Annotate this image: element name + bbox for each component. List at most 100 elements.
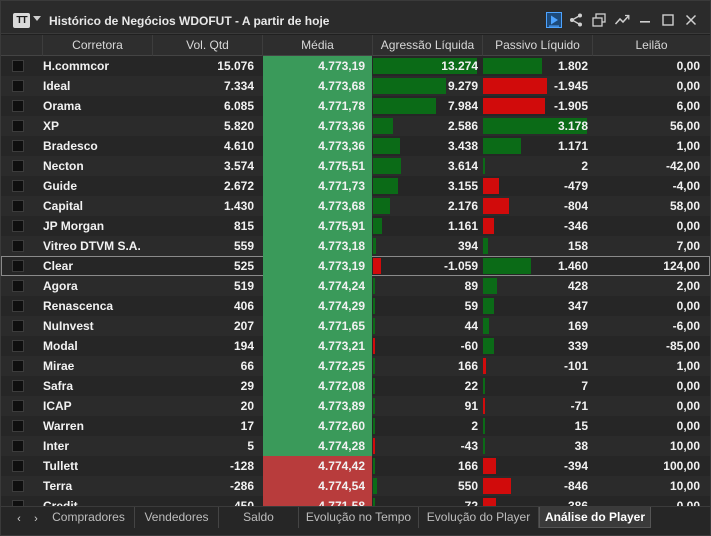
tab-analise-do-player[interactable]: Análise do Player	[539, 507, 651, 528]
media-value: 4.773,36	[318, 139, 365, 153]
restore-window-icon[interactable]	[591, 12, 607, 28]
broker-name: Agora	[43, 279, 78, 293]
header-agressao-liquida[interactable]: Agressão Líquida	[373, 35, 483, 56]
broker-name: Warren	[43, 419, 84, 433]
row-select-checkbox[interactable]	[12, 400, 24, 412]
row-select-checkbox[interactable]	[12, 480, 24, 492]
leilao-value: -6,00	[672, 319, 700, 333]
agressao-liquida-bar	[373, 218, 383, 234]
row-select-checkbox[interactable]	[12, 180, 24, 192]
agressao-liquida-bar	[373, 158, 402, 174]
tab-evolucao-no-tempo[interactable]: Evolução no Tempo	[299, 507, 419, 528]
share-icon[interactable]	[568, 12, 584, 28]
media-value: 4.773,19	[318, 259, 365, 273]
row-select-checkbox[interactable]	[12, 260, 24, 272]
table-row[interactable]: Necton 3.574 4.775,51 3.614 2 -42,00	[1, 156, 710, 176]
table-row[interactable]: H.commcor 15.076 4.773,19 13.274 1.802 0,00	[1, 56, 710, 76]
row-select-checkbox[interactable]	[12, 220, 24, 232]
row-select-checkbox[interactable]	[12, 340, 24, 352]
table-row[interactable]: Bradesco 4.610 4.773,36 3.438 1.171 1,00	[1, 136, 710, 156]
row-select-checkbox[interactable]	[12, 120, 24, 132]
passivo-liquido-bar	[483, 418, 485, 434]
leilao-value: 0,00	[676, 59, 700, 73]
minimize-icon[interactable]	[637, 12, 653, 28]
passivo-liquido-cell: 7	[483, 376, 591, 396]
row-select-checkbox[interactable]	[12, 60, 24, 72]
passivo-liquido-cell: 169	[483, 316, 591, 336]
passivo-liquido-bar	[483, 458, 496, 474]
agressao-liquida-cell: 91	[373, 396, 481, 416]
agressao-liquida-cell: -43	[373, 436, 481, 456]
tab-saldo[interactable]: Saldo	[219, 507, 299, 528]
row-select-checkbox[interactable]	[12, 240, 24, 252]
tab-compradores[interactable]: Compradores	[43, 507, 135, 528]
close-icon[interactable]	[683, 12, 699, 28]
agressao-liquida-bar	[373, 338, 375, 354]
vol-qtd-value: 7.334	[223, 79, 254, 93]
media-value: 4.774,54	[318, 479, 365, 493]
table-row[interactable]: Mirae 66 4.772,25 166 -101 1,00	[1, 356, 710, 376]
row-select-checkbox[interactable]	[12, 460, 24, 472]
table-row[interactable]: Vitreo DTVM S.A. 559 4.773,18 394 158 7,00	[1, 236, 710, 256]
leilao-value: 10,00	[669, 439, 700, 453]
passivo-liquido-bar	[483, 378, 485, 394]
table-row[interactable]: Ideal 7.334 4.773,68 9.279 -1.945 0,00	[1, 76, 710, 96]
maximize-icon[interactable]	[660, 12, 676, 28]
row-select-checkbox[interactable]	[12, 440, 24, 452]
agressao-liquida-value: 2.586	[447, 119, 478, 133]
tab-evolucao-do-player[interactable]: Evolução do Player	[419, 507, 539, 528]
agressao-liquida-value: 550	[457, 479, 478, 493]
row-select-checkbox[interactable]	[12, 380, 24, 392]
table-row[interactable]: Terra -286 4.774,54 550 -846 10,00	[1, 476, 710, 496]
table-row[interactable]: Safra 29 4.772,08 22 7 0,00	[1, 376, 710, 396]
vol-qtd-value: 207	[233, 319, 254, 333]
row-select-checkbox[interactable]	[12, 360, 24, 372]
header-vol-qtd[interactable]: Vol. Qtd	[153, 35, 263, 56]
table-row[interactable]: Inter 5 4.774,28 -43 38 10,00	[1, 436, 710, 456]
table-row[interactable]: Modal 194 4.773,21 -60 339 -85,00	[1, 336, 710, 356]
passivo-liquido-value: 15	[574, 419, 588, 433]
table-header: Corretora Vol. Qtd Média Agressão Líquid…	[1, 35, 710, 56]
row-select-checkbox[interactable]	[12, 420, 24, 432]
table-row[interactable]: Renascenca 406 4.774,29 59 347 0,00	[1, 296, 710, 316]
tab-scroll-left-icon[interactable]: ‹	[13, 511, 25, 527]
table-row[interactable]: Clear 525 4.773,19 -1.059 1.460 124,00	[1, 256, 710, 276]
table-row[interactable]: Capital 1.430 4.773,68 2.176 -804 58,00	[1, 196, 710, 216]
row-select-checkbox[interactable]	[12, 280, 24, 292]
play-icon[interactable]	[546, 12, 562, 28]
table-row[interactable]: NuInvest 207 4.771,65 44 169 -6,00	[1, 316, 710, 336]
table-row[interactable]: Guide 2.672 4.771,73 3.155 -479 -4,00	[1, 176, 710, 196]
header-leilao[interactable]: Leilão	[593, 35, 710, 56]
agressao-liquida-bar	[373, 478, 378, 494]
row-select-checkbox[interactable]	[12, 200, 24, 212]
passivo-liquido-bar	[483, 478, 511, 494]
row-select-checkbox[interactable]	[12, 160, 24, 172]
window: TT Histórico de Negócios WDOFUT - A part…	[0, 0, 711, 536]
app-logo-icon[interactable]: TT	[13, 13, 30, 28]
agressao-liquida-cell: 166	[373, 356, 481, 376]
table-row[interactable]: Warren 17 4.772,60 2 15 0,00	[1, 416, 710, 436]
table-row[interactable]: Orama 6.085 4.771,78 7.984 -1.905 6,00	[1, 96, 710, 116]
header-passivo-liquido[interactable]: Passivo Líquido	[483, 35, 593, 56]
chart-trend-icon[interactable]	[614, 12, 630, 28]
row-select-checkbox[interactable]	[12, 300, 24, 312]
table-row[interactable]: JP Morgan 815 4.775,91 1.161 -346 0,00	[1, 216, 710, 236]
header-corretora[interactable]: Corretora	[43, 35, 153, 56]
table-row[interactable]: Tullett -128 4.774,42 166 -394 100,00	[1, 456, 710, 476]
tab-vendedores[interactable]: Vendedores	[135, 507, 219, 528]
row-select-checkbox[interactable]	[12, 140, 24, 152]
table-row[interactable]: Agora 519 4.774,24 89 428 2,00	[1, 276, 710, 296]
table-row[interactable]: ICAP 20 4.773,89 91 -71 0,00	[1, 396, 710, 416]
window-menu-caret-icon[interactable]	[33, 16, 41, 21]
row-select-checkbox[interactable]	[12, 100, 24, 112]
row-select-checkbox[interactable]	[12, 80, 24, 92]
media-value: 4.771,73	[318, 179, 365, 193]
agressao-liquida-bar	[373, 278, 375, 294]
tab-scroll-right-icon[interactable]: ›	[30, 511, 42, 527]
table-row[interactable]: XP 5.820 4.773,36 2.586 3.178 56,00	[1, 116, 710, 136]
header-media[interactable]: Média	[263, 35, 373, 56]
table-row[interactable]: Credit -450 4.771,58 72 -386 0,00	[1, 496, 710, 506]
agressao-liquida-cell: 2.176	[373, 196, 481, 216]
row-select-checkbox[interactable]	[12, 320, 24, 332]
passivo-liquido-cell: 3.178	[483, 116, 591, 136]
